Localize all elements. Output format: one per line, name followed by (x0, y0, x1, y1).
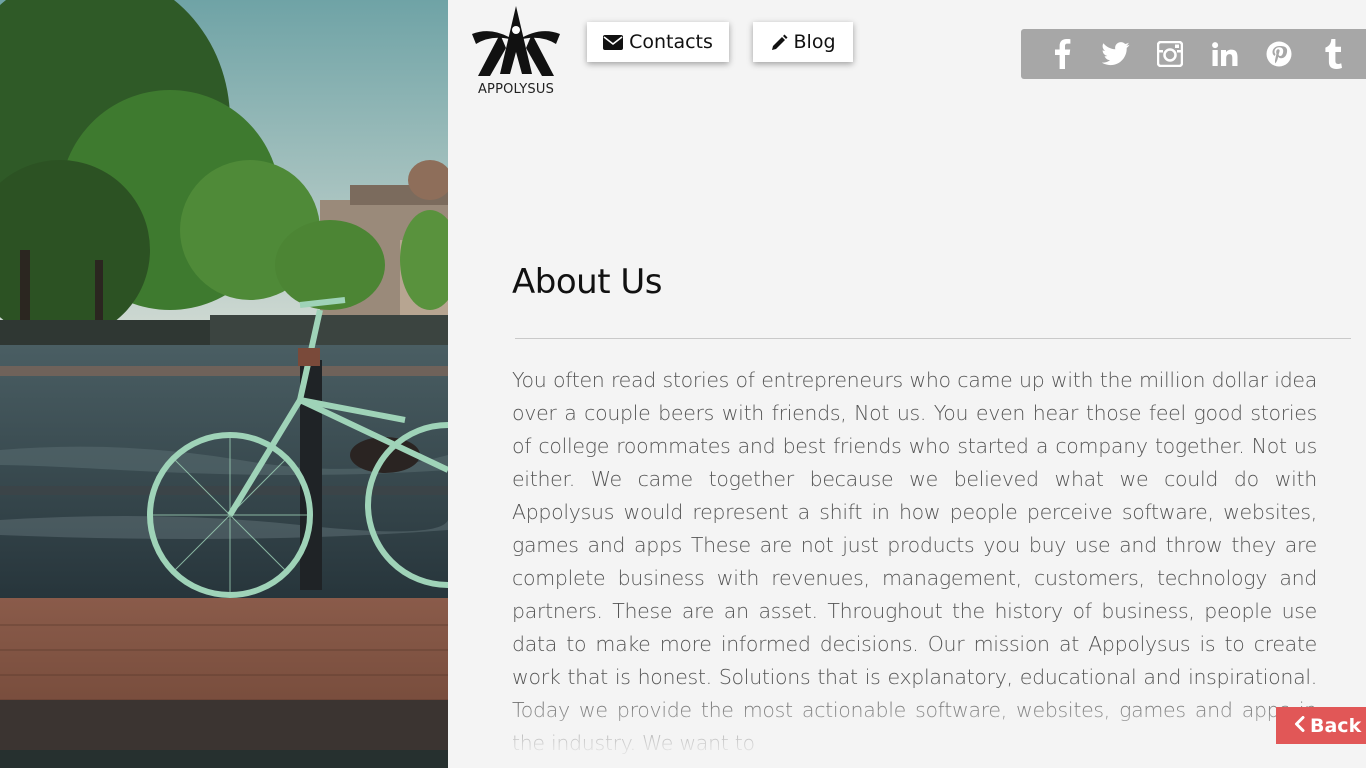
about-paragraph: You often read stories of entrepreneurs … (512, 368, 1317, 755)
brand-logo[interactable]: APPOLYSUS (470, 4, 562, 100)
hero-photo (0, 0, 448, 768)
envelope-icon (603, 34, 624, 50)
page-title: About Us (512, 262, 662, 302)
brand-name: APPOLYSUS (477, 82, 555, 97)
contacts-button[interactable]: Contacts (587, 22, 729, 62)
instagram-icon[interactable] (1151, 35, 1189, 73)
blog-button[interactable]: Blog (753, 22, 853, 62)
twitter-icon[interactable] (1097, 35, 1135, 73)
blog-label: Blog (793, 31, 836, 53)
contacts-label: Contacts (629, 31, 713, 53)
pencil-icon (771, 34, 788, 51)
canal-bicycle-illustration (0, 0, 448, 768)
title-divider (515, 338, 1351, 339)
linkedin-icon[interactable] (1206, 35, 1244, 73)
chevron-left-icon (1294, 715, 1305, 737)
social-links-bar (1021, 29, 1366, 79)
pinterest-icon[interactable] (1260, 35, 1298, 73)
winged-figure-logo-icon (472, 6, 560, 76)
back-label: Back (1310, 714, 1362, 737)
back-button[interactable]: Back (1276, 707, 1366, 744)
facebook-icon[interactable] (1043, 35, 1081, 73)
tumblr-icon[interactable] (1314, 35, 1352, 73)
